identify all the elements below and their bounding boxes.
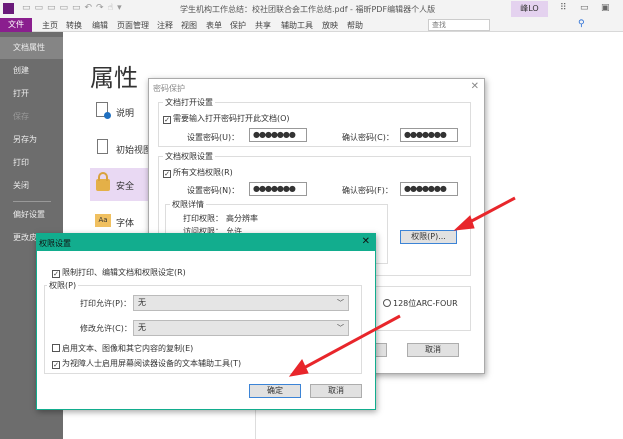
red-arrow-head [453, 215, 475, 231]
red-arrow-head [288, 359, 309, 377]
red-arrow-line [299, 314, 401, 372]
annotation-arrows [288, 196, 516, 377]
red-arrow-line [465, 196, 516, 226]
